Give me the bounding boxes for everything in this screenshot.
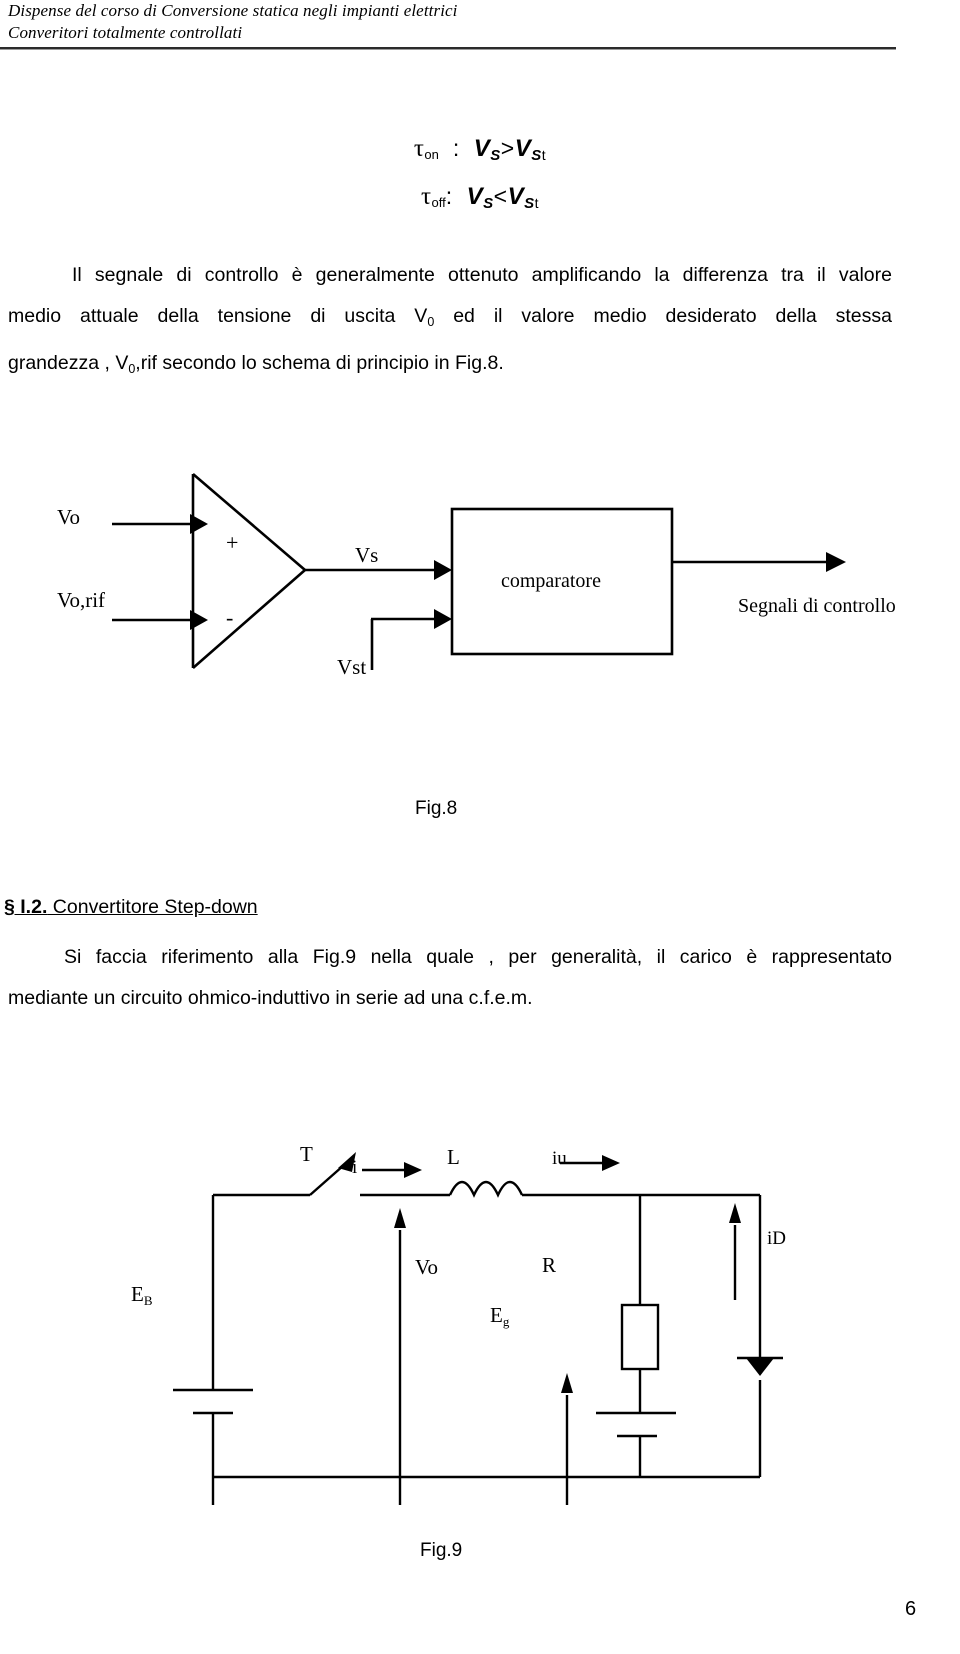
eg-arrowhead [561,1373,573,1393]
intro-line-1: Il segnale di controllo è generalmente o… [72,264,892,286]
vo-arrowhead [394,1208,406,1228]
label-vst: Vst [337,655,367,679]
tau-on-row: τon: VS>VSt [0,128,960,176]
iu-arrowhead [602,1155,620,1171]
vorif-arrowhead [190,610,208,630]
fig8-block-diagram [0,450,960,710]
section-number: § I.2. [4,896,48,918]
opamp-minus-terminal: - [226,605,234,630]
tau-off-row: τoff: VS<VSt [0,176,960,224]
header-divider [0,47,896,50]
tau-on-rhs: VS [514,135,542,164]
stepdown-paragraph: Si faccia riferimento alla Fig.9 nella q… [8,937,892,1019]
tau-on-subscript: on [424,147,439,162]
page-number: 6 [905,1598,917,1620]
fig9-circuit-diagram [0,1100,960,1520]
intro-line-3: grandezza , V0,rif secondo lo schema di … [8,352,504,376]
intro-line-2: medio attuale della tensione di uscita V… [8,305,892,329]
tau-on-colon: : [452,135,460,161]
label-vs: Vs [355,543,379,567]
section-title: Convertitore Step-down [47,896,258,918]
tau-formula-block: τon: VS>VSt τoff: VS<VSt [0,128,960,224]
tau-symbol: τ [420,183,432,210]
label-source-Eg: Eg [490,1303,510,1329]
label-vo: Vo [57,505,80,529]
opamp-lower-edge [192,569,306,669]
label-segnali-di-controllo: Segnali di controllo [738,595,896,617]
i-arrowhead [404,1162,422,1178]
label-current-iD: iD [767,1228,786,1249]
fig9-svg [173,1152,783,1505]
opamp-upper-edge [192,473,306,571]
fig8-caption: Fig.8 [415,798,458,819]
tau-on-lhs: VS [473,135,501,164]
vst-arrowhead [434,609,452,629]
header-line-1: Dispense del corso di Conversione static… [8,1,458,20]
tau-off-rhs-sub2: t [534,195,540,211]
tau-on-relation: > [500,135,515,161]
output-arrowhead [826,552,846,572]
header-line-2: Converitori totalmente controllati [8,23,243,42]
tau-off-rhs: VS [507,183,535,212]
tau-off-relation: < [493,183,508,209]
tau-off-colon: : [445,183,453,209]
label-current-i: i [352,1157,358,1178]
inductor-coils [448,1180,524,1198]
tau-off-subscript: off [431,195,446,210]
intro-paragraph: Il segnale di controllo è generalmente o… [8,255,892,390]
vo-arrowhead [190,514,208,534]
label-transistor-T: T [300,1142,313,1166]
stepdown-line-2: mediante un circuito ohmico-induttivo in… [8,987,533,1009]
label-vo-rif: Vo,rif [57,588,106,612]
id-arrowhead [729,1203,741,1223]
label-resistor-R: R [542,1253,557,1277]
tau-on-rhs-sub2: t [541,147,547,163]
label-current-iu: iu [552,1148,567,1169]
opamp-plus-terminal: + [226,530,239,555]
label-inductor-L: L [447,1145,460,1169]
diode-triangle [746,1358,774,1376]
label-voltage-Vo: Vo [415,1255,438,1279]
page-header: Dispense del corso di Conversione static… [0,0,908,50]
fig8-svg [112,473,846,670]
stepdown-line-1: Si faccia riferimento alla Fig.9 nella q… [64,946,892,968]
resistor-body [620,1303,660,1371]
fig9-caption: Fig.9 [420,1540,463,1561]
tau-symbol: τ [413,135,425,162]
label-source-EB: EB [131,1282,153,1308]
vs-arrowhead [434,560,452,580]
label-comparatore: comparatore [501,570,601,592]
tau-off-lhs: VS [466,183,494,212]
section-heading-step-down: § I.2. Convertitore Step-down [4,896,258,919]
